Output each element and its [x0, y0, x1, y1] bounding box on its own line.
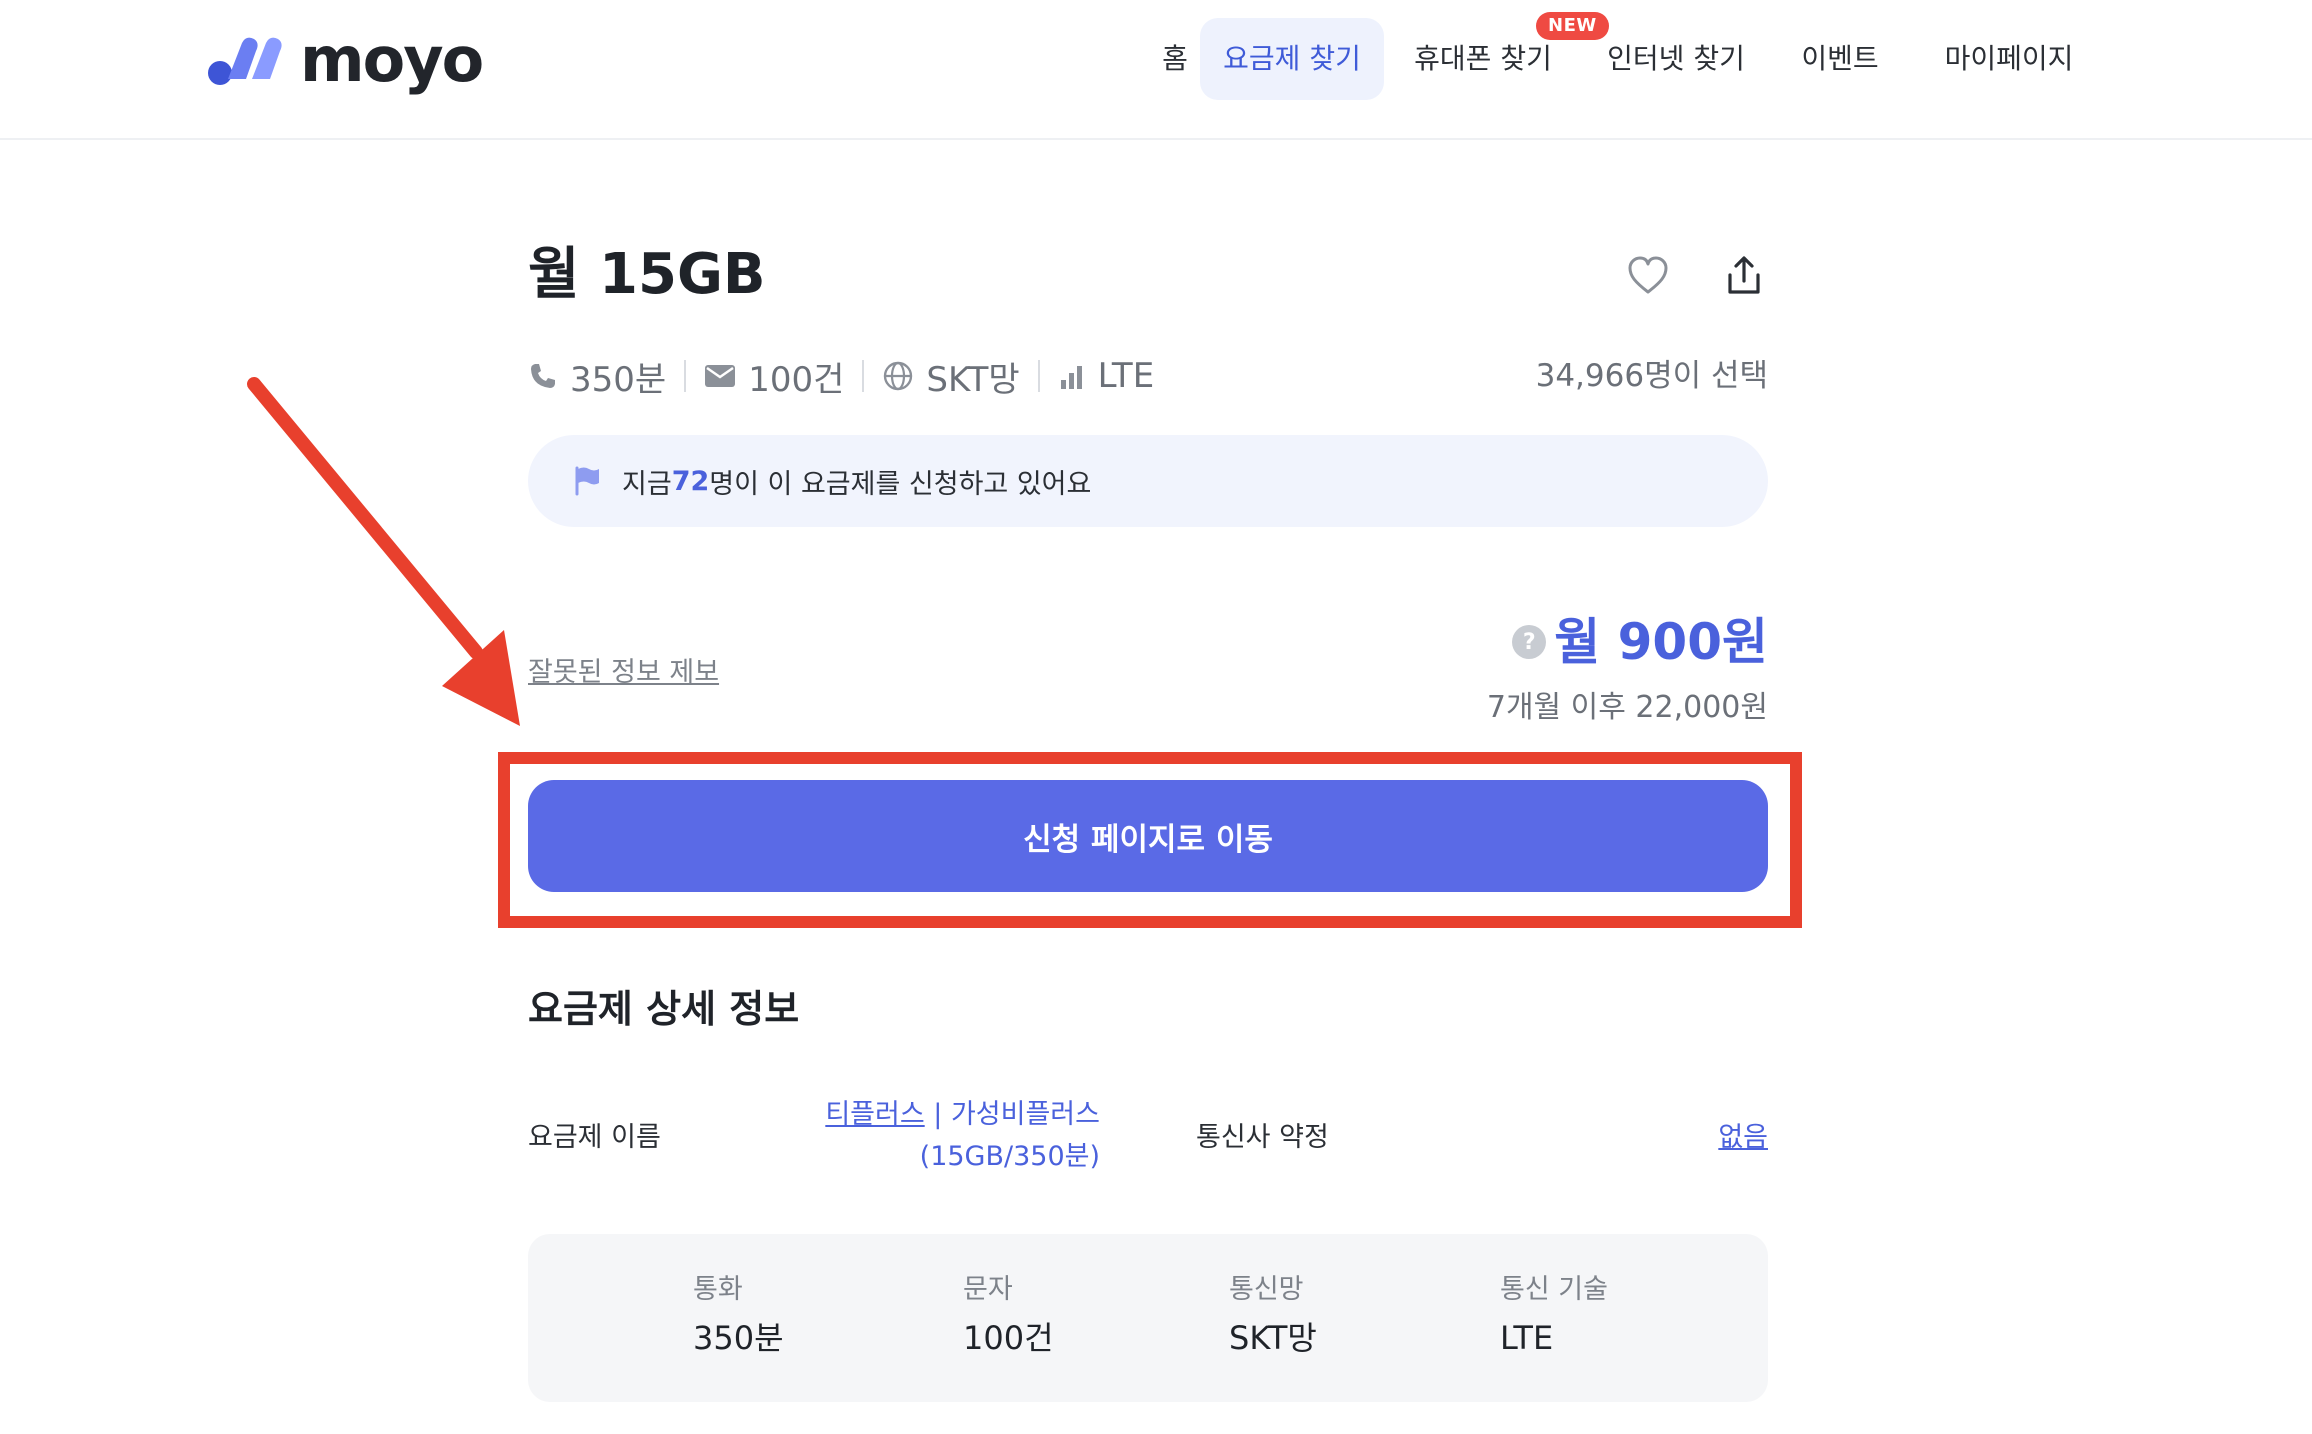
stat-label: 통화 [693, 1274, 743, 1305]
notice-count: 72 [671, 465, 710, 497]
stat-network: 통신망 SKT망 [1229, 1272, 1317, 1362]
share-button[interactable] [1716, 248, 1772, 304]
mail-icon [705, 365, 736, 387]
nav-internet-search[interactable]: 인터넷 찾기 [1596, 18, 1756, 100]
nav-mypage[interactable]: 마이페이지 [1934, 18, 2084, 100]
selected-count: 34,966명이 선택 [1535, 358, 1768, 394]
globe-icon [884, 361, 913, 391]
report-error-link[interactable]: 잘못된 정보 제보 [528, 650, 719, 689]
live-notice-banner: 지금 72 명이 이 요금제를 신청하고 있어요 [528, 435, 1768, 527]
spec-network-value: SKT망 [926, 359, 1020, 400]
price-after-promo: 7개월 이후 22,000원 [1486, 690, 1768, 725]
logo-icon [208, 37, 282, 85]
plan-name-rest: | 가성비플러스 [924, 1099, 1100, 1130]
page: moyo 홈 요금제 찾기 휴대폰 찾기 NEW 인터넷 찾기 이벤트 마이페이… [0, 0, 2312, 1434]
nav-plan-search[interactable]: 요금제 찾기 [1200, 18, 1384, 100]
stat-sms: 문자 100건 [963, 1272, 1054, 1362]
top-header: moyo 홈 요금제 찾기 휴대폰 찾기 NEW 인터넷 찾기 이벤트 마이페이… [0, 0, 2312, 140]
contract-value[interactable]: 없음 [1718, 1115, 1768, 1154]
nav-phone-search-label: 휴대폰 찾기 [1414, 42, 1552, 75]
price-block: ? 월 900원 [1512, 612, 1768, 672]
stat-value: LTE [1500, 1319, 1554, 1357]
spec-tech-value: LTE [1097, 356, 1155, 396]
price-help-icon[interactable]: ? [1512, 625, 1547, 659]
plan-name-label: 요금제 이름 [528, 1122, 661, 1153]
stat-label: 통신 기술 [1500, 1274, 1608, 1305]
annotation-arrow [247, 377, 520, 726]
stat-label: 문자 [963, 1274, 1013, 1305]
signal-icon [1060, 366, 1082, 389]
monthly-price: 월 900원 [1554, 613, 1768, 671]
share-icon [1728, 256, 1760, 294]
plan-name-line2: (15GB/350분) [919, 1141, 1100, 1172]
spec-network: SKT망 [882, 352, 1020, 401]
apply-page-button[interactable]: 신청 페이지로 이동 [528, 780, 1768, 892]
spec-divider [1037, 360, 1040, 392]
plan-stats-card: 통화 350분 문자 100건 통신망 SKT망 통신 기술 LTE [528, 1234, 1768, 1402]
plan-name-value[interactable]: 티플러스 | 가성비플러스 (15GB/350분) [825, 1094, 1100, 1178]
plan-specs: 350분 100건 SKT망 LTE [528, 350, 1154, 402]
plan-title: 월 15GB [528, 242, 766, 307]
heart-icon [1628, 256, 1668, 294]
stat-value: SKT망 [1229, 1319, 1317, 1357]
carrier-link[interactable]: 티플러스 [825, 1099, 924, 1130]
spec-tech: LTE [1058, 356, 1155, 396]
stat-call: 통화 350분 [693, 1272, 784, 1362]
spec-sms: 100건 [704, 352, 844, 401]
favorite-button[interactable] [1620, 248, 1676, 304]
spec-call-value: 350분 [570, 359, 667, 400]
nav-events[interactable]: 이벤트 [1790, 18, 1890, 100]
spec-divider [684, 360, 687, 392]
stat-label: 통신망 [1229, 1274, 1304, 1305]
stat-value: 100건 [963, 1319, 1054, 1357]
logo[interactable]: moyo [208, 23, 484, 96]
contract-label: 통신사 약정 [1196, 1122, 1329, 1153]
stat-tech: 통신 기술 LTE [1500, 1272, 1608, 1362]
plan-details-title: 요금제 상세 정보 [528, 987, 800, 1031]
notice-prefix: 지금 [622, 468, 672, 500]
stat-value: 350분 [693, 1319, 784, 1357]
logo-text: moyo [300, 23, 484, 96]
flag-icon [575, 466, 599, 496]
spec-sms-value: 100건 [748, 359, 845, 400]
spec-divider [862, 360, 865, 392]
notice-suffix: 명이 이 요금제를 신청하고 있어요 [709, 468, 1092, 500]
